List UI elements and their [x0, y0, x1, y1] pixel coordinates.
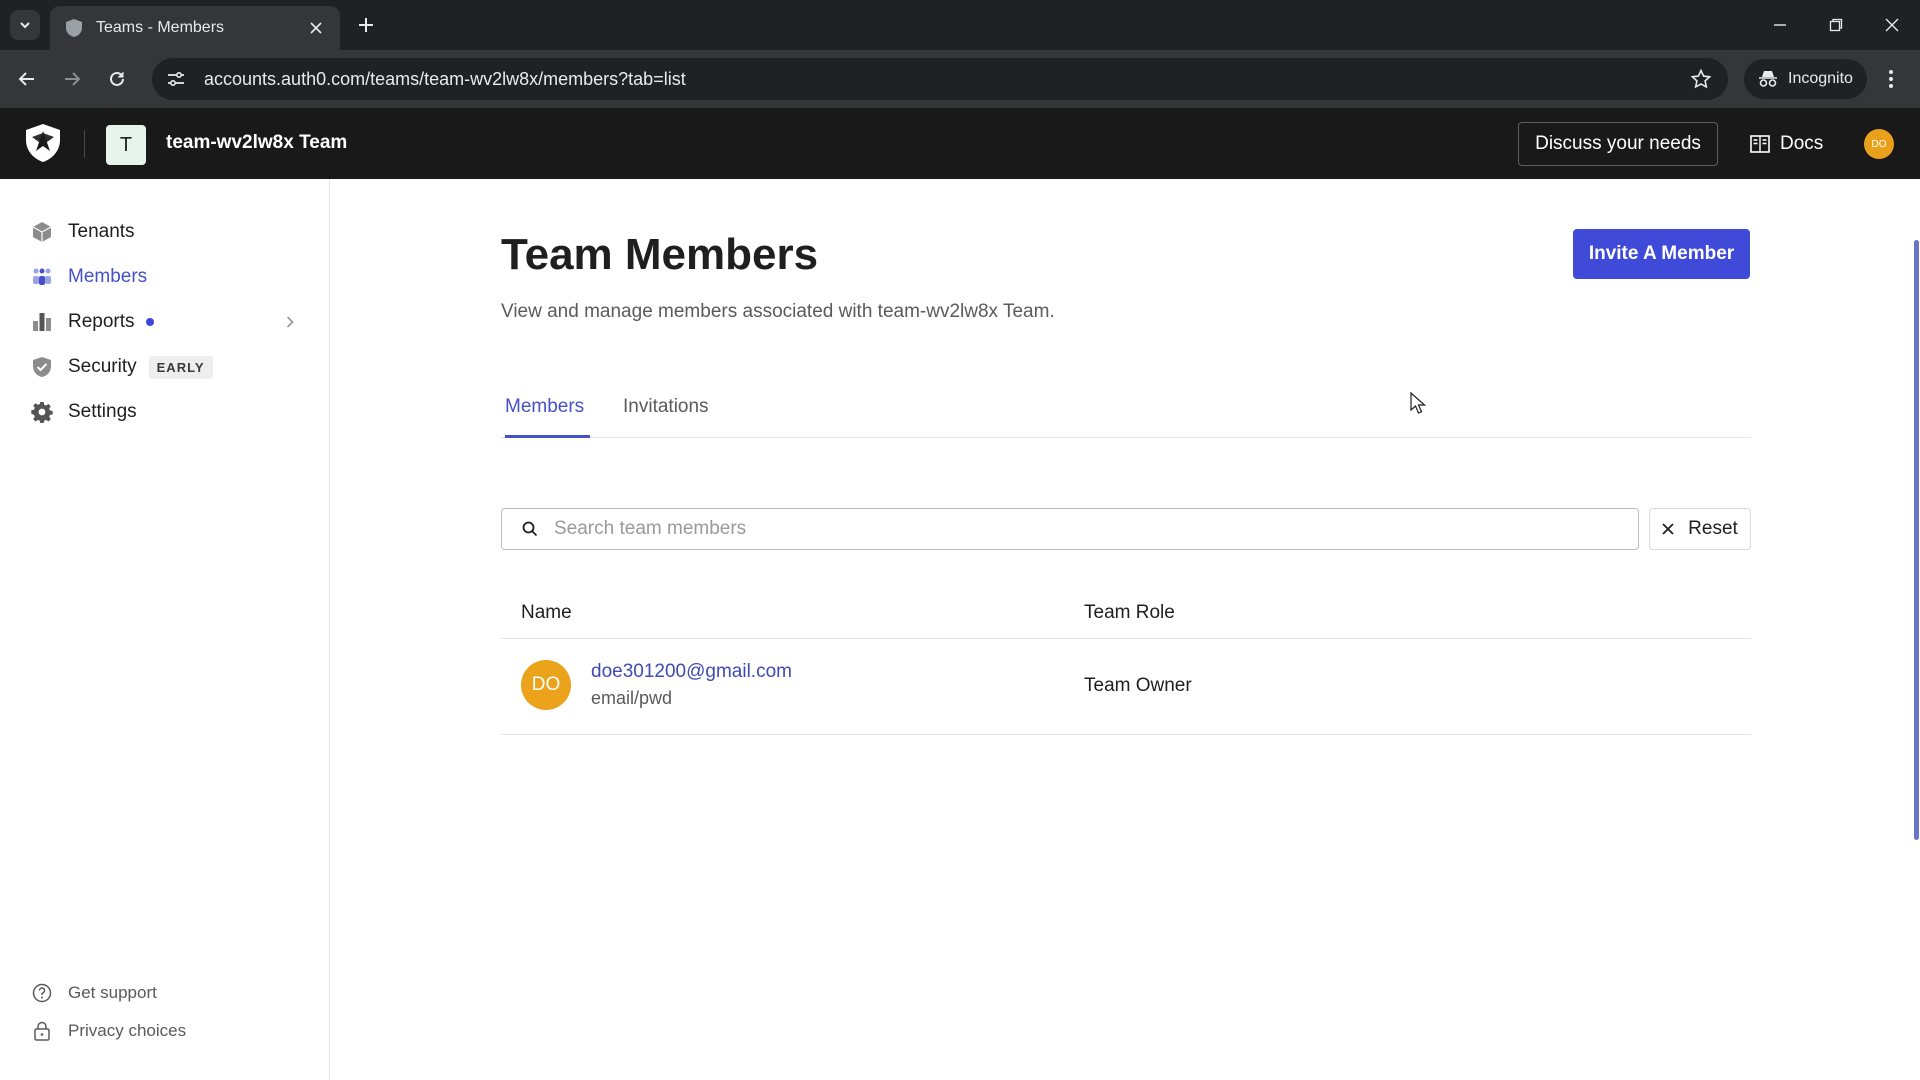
shield-check-icon — [30, 355, 54, 379]
close-icon — [1662, 523, 1674, 535]
search-icon — [520, 519, 540, 539]
minimize-icon[interactable] — [1752, 0, 1808, 50]
docs-link[interactable]: Docs — [1750, 122, 1823, 166]
auth0-favicon-icon — [64, 18, 84, 38]
chevron-right-icon[interactable] — [280, 312, 300, 332]
browser-toolbar: accounts.auth0.com/teams/team-wv2lw8x/me… — [0, 50, 1920, 108]
table-header: Name Team Role — [501, 590, 1751, 639]
sidebar-item-label: Reports — [68, 311, 135, 332]
search-field[interactable] — [501, 508, 1639, 550]
header-divider — [84, 130, 85, 158]
sidebar-item-members[interactable]: Members — [30, 262, 300, 292]
privacy-choices-label: Privacy choices — [68, 1021, 187, 1040]
help-circle-icon — [30, 981, 54, 1005]
browser-tab-active[interactable]: Teams - Members — [50, 6, 340, 50]
bar-chart-icon — [30, 310, 54, 334]
search-input[interactable] — [554, 518, 1638, 540]
column-header-name: Name — [521, 602, 572, 623]
page-title: Team Members — [501, 230, 819, 279]
sidebar-item-label: Members — [68, 266, 148, 287]
incognito-indicator[interactable]: Incognito — [1744, 59, 1867, 99]
sidebar-item-label: Tenants — [68, 221, 135, 242]
scrollbar[interactable] — [1914, 240, 1919, 840]
page-description: View and manage members associated with … — [501, 301, 1055, 322]
people-icon — [30, 265, 54, 289]
mouse-cursor-icon — [1410, 392, 1426, 414]
member-role: Team Owner — [1084, 675, 1192, 696]
forward-arrow-icon[interactable] — [57, 64, 87, 94]
tab-invitations-label: Invitations — [623, 396, 709, 417]
more-vert-icon[interactable] — [1876, 64, 1906, 94]
app-header: T team-wv2lw8x Team Discuss your needs D… — [0, 108, 1920, 179]
sidebar: Tenants Members Reports Security EARLY S… — [0, 179, 330, 1080]
privacy-choices-link[interactable]: Privacy choices — [30, 1018, 186, 1044]
site-info-icon[interactable] — [156, 58, 196, 100]
lock-icon — [30, 1019, 54, 1043]
bookmark-star-icon[interactable] — [1680, 58, 1722, 100]
member-email-link[interactable]: doe301200@gmail.com — [591, 661, 792, 683]
window-close-icon[interactable] — [1864, 0, 1920, 50]
tab-members-label: Members — [505, 396, 585, 417]
tab-members[interactable]: Members — [505, 396, 584, 438]
docs-label: Docs — [1780, 133, 1824, 154]
table-row[interactable]: DO doe301200@gmail.com email/pwd Team Ow… — [501, 639, 1751, 735]
close-icon[interactable] — [306, 18, 326, 38]
cube-icon — [30, 220, 54, 244]
sidebar-item-tenants[interactable]: Tenants — [30, 217, 300, 247]
members-table: Name Team Role DO doe301200@gmail.com em… — [501, 590, 1751, 735]
browser-tab-title: Teams - Members — [96, 19, 225, 36]
get-support-label: Get support — [68, 983, 157, 1002]
reload-icon[interactable] — [102, 64, 132, 94]
browser-tabstrip: Teams - Members — [0, 0, 1920, 50]
active-tab-indicator — [505, 435, 590, 438]
early-badge: EARLY — [148, 355, 213, 379]
plus-icon — [359, 18, 373, 32]
get-support-link[interactable]: Get support — [30, 980, 157, 1006]
sidebar-item-security[interactable]: Security EARLY — [30, 352, 300, 382]
discuss-needs-button[interactable]: Discuss your needs — [1518, 122, 1718, 166]
url-text: accounts.auth0.com/teams/team-wv2lw8x/me… — [204, 68, 686, 89]
reset-label: Reset — [1688, 518, 1738, 539]
address-bar[interactable]: accounts.auth0.com/teams/team-wv2lw8x/me… — [152, 58, 1728, 100]
sidebar-item-label: Security — [68, 356, 137, 377]
new-tab-button[interactable] — [353, 12, 379, 38]
invite-member-button[interactable]: Invite A Member — [1573, 229, 1750, 279]
incognito-icon — [1759, 71, 1777, 87]
incognito-label: Incognito — [1788, 70, 1853, 87]
chevron-down-icon — [20, 22, 30, 29]
user-avatar[interactable]: DO — [1864, 129, 1894, 159]
column-header-team-role: Team Role — [1084, 602, 1175, 623]
back-arrow-icon[interactable] — [12, 64, 42, 94]
sidebar-item-settings[interactable]: Settings — [30, 397, 300, 427]
tab-invitations[interactable]: Invitations — [623, 396, 709, 438]
member-avatar: DO — [521, 660, 571, 710]
gear-icon — [30, 400, 54, 424]
window-controls — [1752, 0, 1920, 50]
book-icon — [1750, 135, 1770, 153]
members-tabs: Members Invitations — [501, 390, 1751, 438]
team-name[interactable]: team-wv2lw8x Team — [166, 132, 347, 154]
notification-dot — [145, 318, 154, 326]
member-connection: email/pwd — [591, 688, 673, 708]
restore-icon[interactable] — [1808, 0, 1864, 50]
team-badge[interactable]: T — [106, 125, 146, 165]
auth0-logo-icon[interactable] — [24, 123, 62, 163]
tab-search-button[interactable] — [10, 10, 40, 40]
sidebar-item-reports[interactable]: Reports — [30, 307, 300, 337]
reset-button[interactable]: Reset — [1649, 508, 1751, 550]
sidebar-item-label: Settings — [68, 401, 137, 422]
